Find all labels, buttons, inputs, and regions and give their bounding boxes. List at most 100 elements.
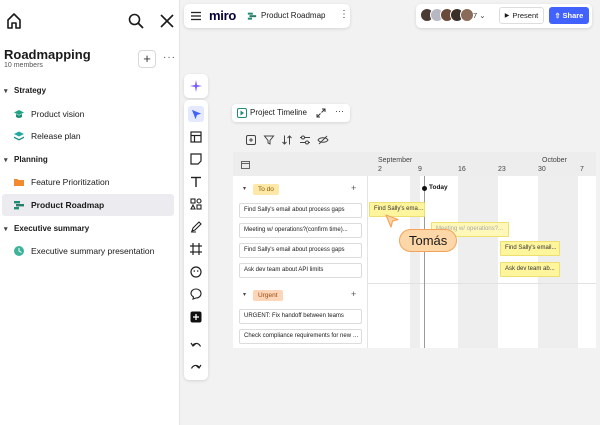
add-button[interactable]: + bbox=[138, 50, 156, 68]
search-icon[interactable] bbox=[128, 13, 144, 29]
sidebar-item-label: Product Roadmap bbox=[31, 200, 105, 210]
today-label: Today bbox=[429, 184, 448, 191]
task-row[interactable]: Find Sally's email about process gaps bbox=[239, 203, 362, 218]
task-row[interactable]: Find Sally's email about process gaps bbox=[239, 243, 362, 258]
shapes-tool[interactable] bbox=[188, 196, 204, 212]
redo-button[interactable] bbox=[188, 360, 204, 376]
stack-icon bbox=[14, 131, 24, 141]
present-button[interactable]: ▶ Present bbox=[499, 7, 544, 24]
space-title: Roadmapping bbox=[4, 47, 91, 62]
sort-icon[interactable] bbox=[281, 134, 293, 146]
ai-assist-button[interactable] bbox=[184, 74, 208, 98]
more-tools[interactable] bbox=[188, 309, 204, 325]
fit-icon[interactable] bbox=[245, 134, 257, 146]
board-name[interactable]: Product Roadmap bbox=[261, 11, 325, 20]
timeline-title-bar[interactable]: Project Timeline ··· bbox=[232, 104, 350, 122]
sidebar-item-label: Release plan bbox=[31, 131, 81, 141]
section-label: Strategy bbox=[14, 86, 47, 95]
avatar[interactable] bbox=[460, 8, 474, 22]
sidebar-item-feature-prioritization[interactable]: Feature Prioritization bbox=[2, 171, 174, 193]
sidebar-item-product-roadmap[interactable]: Product Roadmap bbox=[2, 194, 174, 216]
comment-tool[interactable] bbox=[188, 286, 204, 302]
sidebar: Roadmapping 10 members + ··· ▾ Strategy … bbox=[0, 0, 180, 425]
collaborator-name-tag: Tomás bbox=[399, 229, 458, 252]
today-dot bbox=[422, 186, 427, 191]
group-badge-todo[interactable]: To do bbox=[253, 184, 279, 195]
share-button[interactable]: ⇧ Share bbox=[549, 7, 589, 24]
day-label: 2 bbox=[378, 166, 382, 173]
member-count: 10 members bbox=[4, 62, 43, 69]
sidebar-item-product-vision[interactable]: Product vision bbox=[2, 103, 174, 125]
text-tool[interactable] bbox=[188, 174, 204, 190]
task-row[interactable]: Meeting w/ operations?(confirm time)... bbox=[239, 223, 362, 238]
hide-icon[interactable] bbox=[317, 134, 329, 146]
add-task-button[interactable]: + bbox=[351, 183, 356, 193]
timeline-toolbar bbox=[240, 134, 336, 148]
chevron-down-icon[interactable]: ▾ bbox=[243, 291, 246, 298]
sidebar-item-label: Product vision bbox=[31, 109, 85, 119]
sticker-icon bbox=[190, 266, 202, 278]
text-icon bbox=[191, 176, 201, 187]
task-row[interactable]: Check compliance requirements for new p.… bbox=[239, 329, 362, 344]
shapes-icon bbox=[190, 198, 202, 210]
sidebar-item-release-plan[interactable]: Release plan bbox=[2, 125, 174, 147]
task-row[interactable]: Ask dev team about API limits bbox=[239, 263, 362, 278]
hamburger-menu-icon[interactable] bbox=[190, 10, 202, 22]
section-label: Executive summary bbox=[14, 224, 90, 233]
collaborator-cursor-icon bbox=[385, 214, 399, 228]
pen-icon bbox=[191, 221, 202, 233]
frame-icon bbox=[190, 243, 202, 255]
add-task-button[interactable]: + bbox=[351, 289, 356, 299]
close-icon[interactable] bbox=[160, 14, 174, 28]
comment-icon bbox=[190, 288, 202, 300]
chevron-down-icon: ▾ bbox=[4, 156, 8, 164]
day-label: 23 bbox=[498, 166, 506, 173]
frame-tool[interactable] bbox=[188, 241, 204, 257]
chevron-down-icon[interactable]: ▾ bbox=[243, 185, 246, 192]
present-label: Present bbox=[512, 11, 539, 20]
undo-button[interactable] bbox=[188, 338, 204, 354]
presentation-icon bbox=[14, 246, 24, 256]
group-badge-urgent[interactable]: Urgent bbox=[253, 290, 283, 301]
sparkle-icon bbox=[190, 80, 202, 92]
calendar-icon[interactable] bbox=[241, 160, 250, 169]
task-row[interactable]: URGENT: Fix handoff between teams bbox=[239, 309, 362, 324]
folder-icon bbox=[14, 179, 24, 186]
share-icon: ⇧ bbox=[554, 12, 561, 20]
board-icon bbox=[247, 12, 257, 20]
expand-icon[interactable] bbox=[316, 108, 326, 118]
section-executive-summary[interactable]: ▾ Executive summary bbox=[4, 224, 89, 233]
timeline-title: Project Timeline bbox=[250, 108, 307, 117]
redo-icon bbox=[190, 364, 202, 369]
sticky-note-icon bbox=[190, 153, 202, 165]
timeline-more-button[interactable]: ··· bbox=[335, 106, 344, 116]
settings-sliders-icon[interactable] bbox=[299, 134, 311, 146]
board-more-button[interactable]: ⋮ bbox=[339, 9, 349, 20]
section-planning[interactable]: ▾ Planning bbox=[4, 155, 48, 164]
chevron-down-icon: ▾ bbox=[4, 87, 8, 95]
templates-tool[interactable] bbox=[188, 129, 204, 145]
collaborator-count[interactable]: 7 ⌄ bbox=[473, 11, 486, 20]
more-options-button[interactable]: ··· bbox=[163, 52, 176, 63]
sidebar-item-executive-summary-presentation[interactable]: Executive summary presentation bbox=[2, 240, 174, 262]
stickers-tool[interactable] bbox=[188, 264, 204, 280]
pen-tool[interactable] bbox=[188, 219, 204, 235]
sticky-note-tool[interactable] bbox=[188, 151, 204, 167]
day-label: 9 bbox=[418, 166, 422, 173]
home-icon[interactable] bbox=[6, 12, 22, 30]
template-icon bbox=[190, 131, 202, 143]
timeline-icon bbox=[237, 108, 247, 118]
miro-logo[interactable]: miro bbox=[209, 8, 236, 23]
chevron-down-icon: ⌄ bbox=[479, 11, 486, 20]
timeline-bar[interactable]: Find Sally's email... bbox=[500, 241, 560, 256]
timeline-bar[interactable]: Ask dev team ab... bbox=[500, 262, 560, 277]
weekend-column bbox=[458, 176, 498, 348]
undo-icon bbox=[190, 342, 202, 347]
play-icon: ▶ bbox=[504, 13, 510, 19]
section-strategy[interactable]: ▾ Strategy bbox=[4, 86, 46, 95]
day-label: 30 bbox=[538, 166, 546, 173]
select-tool[interactable] bbox=[188, 106, 204, 122]
filter-icon[interactable] bbox=[263, 134, 275, 146]
plus-square-icon bbox=[190, 311, 202, 323]
creation-toolbar bbox=[184, 100, 208, 380]
